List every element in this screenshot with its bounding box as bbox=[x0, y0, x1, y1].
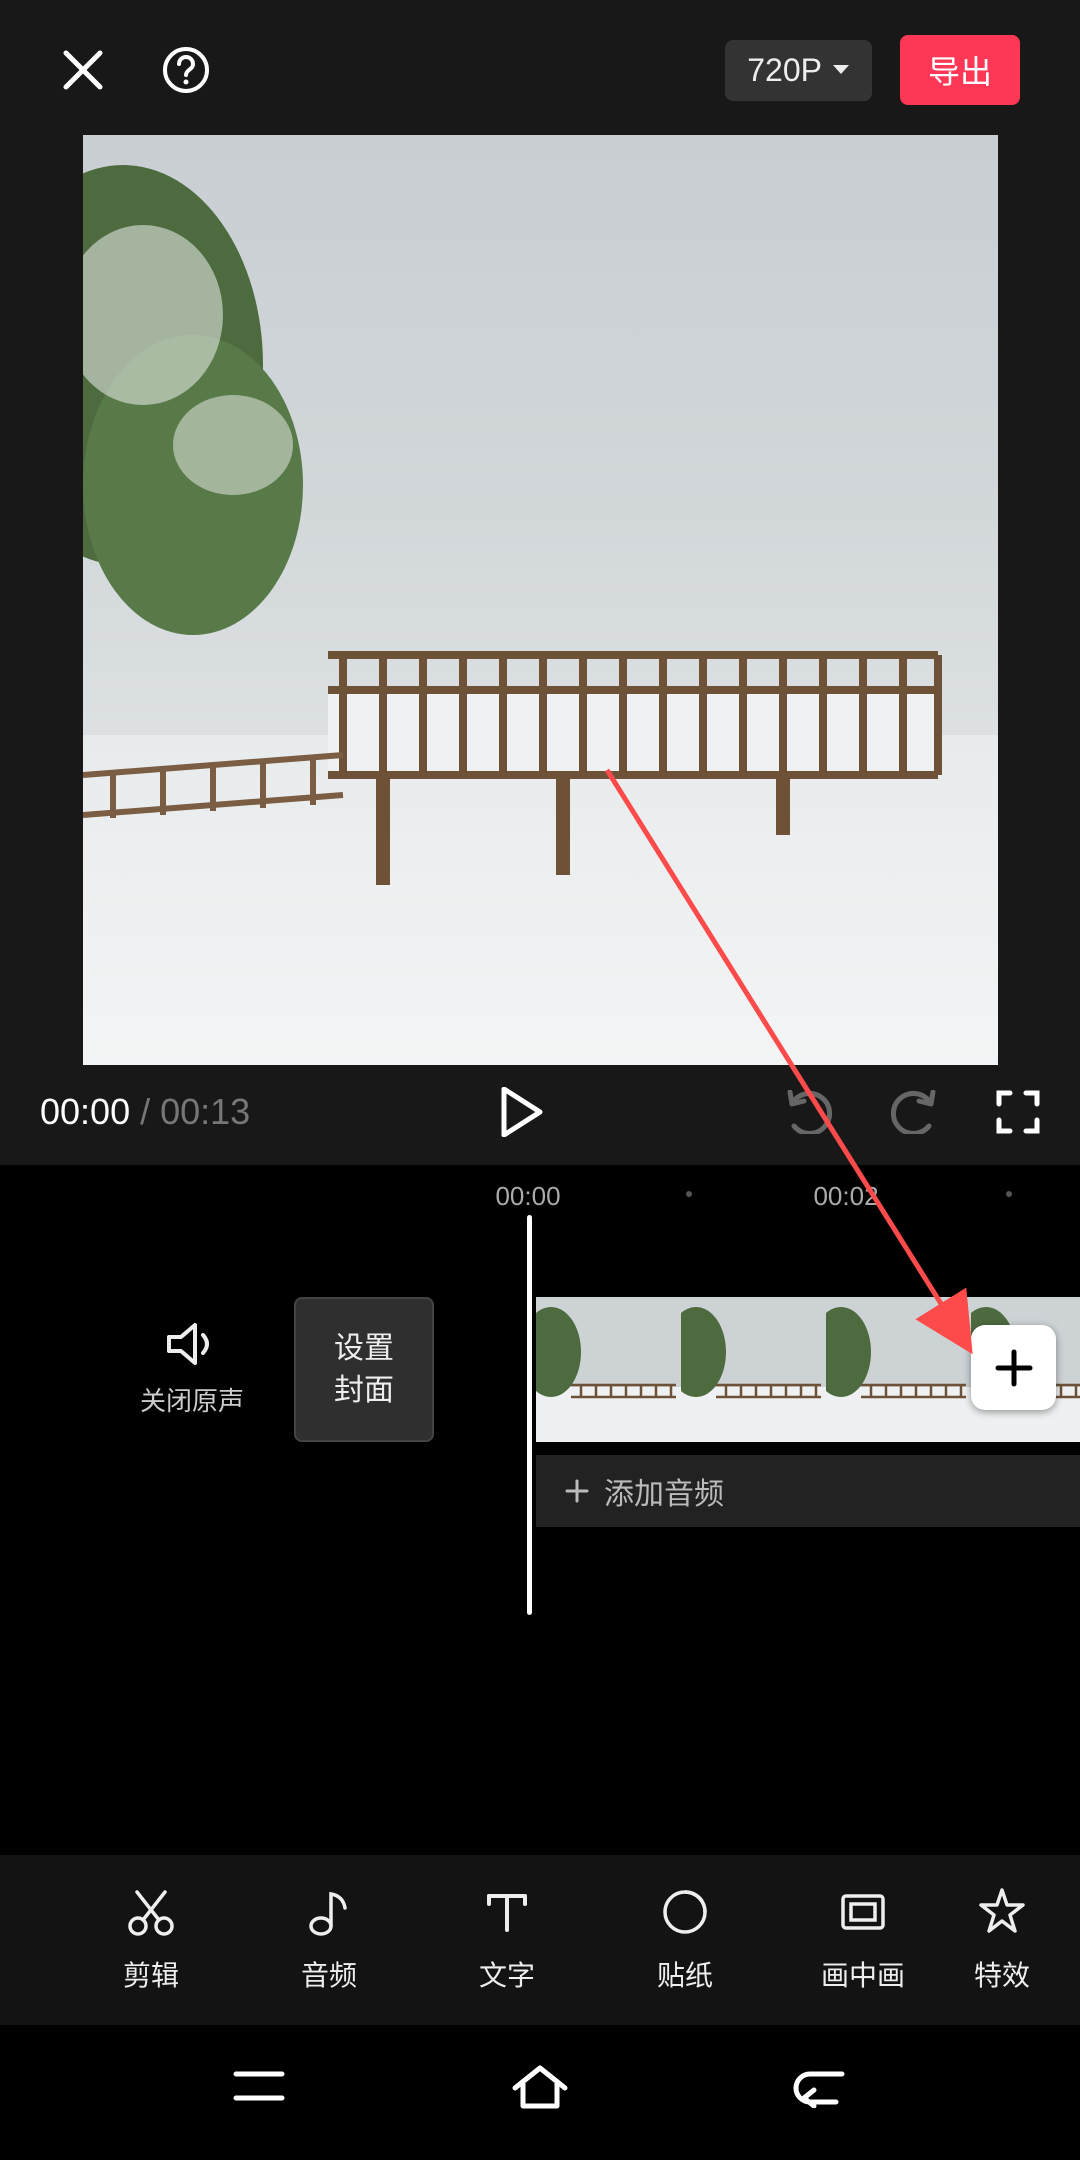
plus-icon bbox=[994, 1348, 1034, 1388]
clip-thumbnail bbox=[536, 1297, 681, 1442]
tool-audio[interactable]: 音频 bbox=[240, 1886, 418, 1994]
export-button[interactable]: 导出 bbox=[900, 35, 1020, 105]
playhead[interactable] bbox=[527, 1215, 532, 1615]
preview-image bbox=[83, 135, 998, 1065]
nav-recent-button[interactable] bbox=[230, 2066, 288, 2106]
clip-thumbnail bbox=[681, 1297, 826, 1442]
undo-icon bbox=[782, 1090, 834, 1134]
sticker-icon bbox=[659, 1886, 711, 1938]
mute-label: 关闭原声 bbox=[140, 1381, 244, 1418]
resolution-button[interactable]: 720P bbox=[725, 40, 872, 101]
resolution-label: 720P bbox=[747, 52, 822, 89]
close-button[interactable] bbox=[60, 47, 106, 93]
timeline[interactable]: 关闭原声 设置 封面 添加音频 bbox=[0, 1215, 1080, 1615]
close-icon bbox=[60, 47, 106, 93]
time-display: 00:00 / 00:13 bbox=[40, 1091, 250, 1133]
text-icon bbox=[481, 1886, 533, 1938]
export-label: 导出 bbox=[928, 54, 992, 90]
play-icon bbox=[500, 1087, 544, 1137]
tool-label: 画中画 bbox=[821, 1954, 905, 1994]
add-audio-button[interactable]: 添加音频 bbox=[536, 1455, 1080, 1527]
tool-label: 剪辑 bbox=[123, 1954, 179, 1994]
fullscreen-button[interactable] bbox=[996, 1090, 1040, 1134]
redo-button[interactable] bbox=[889, 1090, 941, 1134]
help-button[interactable] bbox=[161, 45, 211, 95]
back-icon bbox=[792, 2064, 850, 2108]
timeline-ruler[interactable]: 00:00 00:02 bbox=[0, 1177, 1080, 1215]
play-button[interactable] bbox=[500, 1087, 544, 1137]
tool-cut[interactable]: 剪辑 bbox=[62, 1886, 240, 1994]
topbar-left bbox=[60, 45, 211, 95]
menu-icon bbox=[230, 2066, 288, 2106]
plus-small-icon bbox=[564, 1478, 590, 1504]
top-bar: 720P 导出 bbox=[0, 0, 1080, 130]
ruler-dot bbox=[686, 1191, 692, 1197]
fullscreen-icon bbox=[996, 1090, 1040, 1134]
pip-icon bbox=[837, 1886, 889, 1938]
cover-label-line2: 封面 bbox=[334, 1370, 394, 1412]
tool-label: 文字 bbox=[479, 1954, 535, 1994]
redo-icon bbox=[889, 1090, 941, 1134]
speaker-icon bbox=[165, 1321, 219, 1367]
time-separator: / bbox=[140, 1091, 150, 1133]
bottom-toolbar: 剪辑 音频 文字 贴纸 画中画 特效 bbox=[0, 1855, 1080, 2025]
cover-label-line1: 设置 bbox=[334, 1328, 394, 1370]
help-icon bbox=[161, 45, 211, 95]
nav-back-button[interactable] bbox=[792, 2064, 850, 2108]
tool-sticker[interactable]: 贴纸 bbox=[596, 1886, 774, 1994]
tool-pip[interactable]: 画中画 bbox=[774, 1886, 952, 1994]
playback-controls: 00:00 / 00:13 bbox=[0, 1065, 1080, 1165]
tool-text[interactable]: 文字 bbox=[418, 1886, 596, 1994]
video-preview[interactable] bbox=[83, 135, 998, 1065]
nav-home-button[interactable] bbox=[509, 2062, 571, 2110]
music-note-icon bbox=[303, 1886, 355, 1938]
undo-button[interactable] bbox=[782, 1090, 834, 1134]
chevron-down-icon bbox=[832, 64, 850, 76]
timeline-left-panel: 关闭原声 设置 封面 bbox=[0, 1297, 527, 1442]
tool-fx[interactable]: 特效 bbox=[952, 1886, 1052, 1994]
tool-label: 特效 bbox=[974, 1954, 1030, 1994]
set-cover-button[interactable]: 设置 封面 bbox=[294, 1297, 434, 1442]
ruler-tick-1: 00:02 bbox=[813, 1181, 878, 1212]
mute-original-button[interactable]: 关闭原声 bbox=[140, 1321, 244, 1418]
ruler-dot bbox=[1006, 1191, 1012, 1197]
current-time: 00:00 bbox=[40, 1091, 130, 1133]
clip-thumbnail bbox=[826, 1297, 971, 1442]
topbar-right: 720P 导出 bbox=[725, 35, 1020, 105]
scissors-icon bbox=[125, 1886, 177, 1938]
star-icon bbox=[976, 1886, 1028, 1938]
total-time: 00:13 bbox=[160, 1091, 250, 1133]
add-audio-label: 添加音频 bbox=[604, 1469, 724, 1513]
tool-label: 音频 bbox=[301, 1954, 357, 1994]
add-clip-button[interactable] bbox=[971, 1325, 1056, 1410]
controls-right bbox=[782, 1090, 1040, 1134]
system-nav-bar bbox=[0, 2030, 1080, 2160]
home-icon bbox=[509, 2062, 571, 2110]
tool-label: 贴纸 bbox=[657, 1954, 713, 1994]
preview-area bbox=[0, 130, 1080, 1065]
ruler-tick-0: 00:00 bbox=[495, 1181, 560, 1212]
